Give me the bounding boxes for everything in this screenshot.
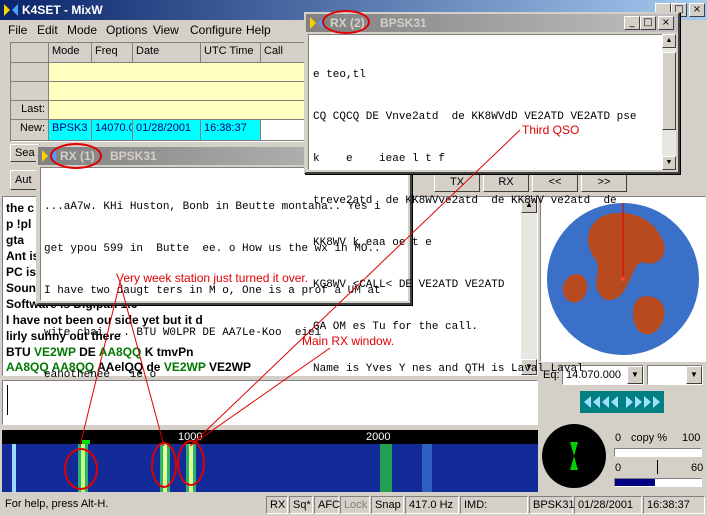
status-help: For help, press Alt-H. [5,498,109,510]
status-bar: For help, press Alt-H. RX Sq* AFC Lock S… [0,494,707,516]
annotation-third-qso: Third QSO [522,123,580,137]
status-time: 16:38:37 [643,496,705,514]
status-date: 01/28/2001 [574,496,642,514]
annotation-oval-signal-3 [177,440,205,486]
status-sq[interactable]: Sq* [289,496,313,514]
status-frequency: 417.0 Hz [405,496,459,514]
status-rx[interactable]: RX [266,496,288,514]
annotation-oval-signal-2 [151,442,177,488]
annotation-oval-signal-1 [64,448,98,490]
annotation-weak-station: Very week station just turned it over. [116,271,309,285]
annotation-oval-rx1 [50,143,102,169]
status-snap[interactable]: Snap [371,496,404,514]
status-mode[interactable]: BPSK31 [529,496,575,514]
annotation-lines [79,129,521,447]
annotation-oval-rx2 [322,10,370,34]
status-imd: IMD: [460,496,528,514]
status-afc[interactable]: AFC [314,496,340,514]
annotation-main-rx: Main RX window. [302,334,395,348]
status-lock[interactable]: Lock [340,496,370,514]
